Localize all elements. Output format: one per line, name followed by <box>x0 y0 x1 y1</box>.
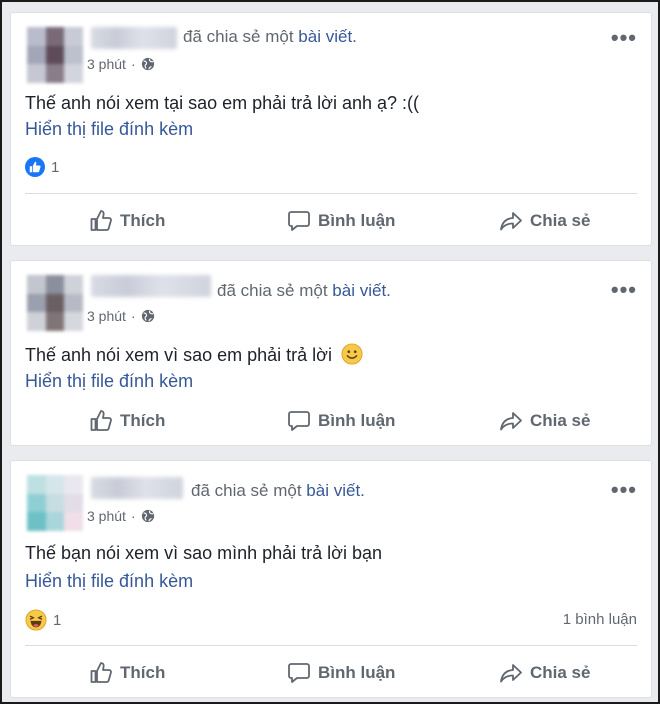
post-card: đã chia sẻ một bài viết. 3 phút · ••• Th… <box>10 12 652 246</box>
comment-icon <box>288 411 310 431</box>
globe-icon[interactable] <box>141 509 155 523</box>
header-action-text: đã chia sẻ một <box>191 481 302 500</box>
reactions-summary[interactable]: 1 <box>25 609 61 631</box>
reaction-count: 1 <box>51 158 60 176</box>
post-header: đã chia sẻ một bài viết. <box>183 27 357 47</box>
like-label: Thích <box>120 211 166 230</box>
post-link[interactable]: bài viết. <box>332 281 391 300</box>
share-label: Chia sẻ <box>530 663 591 682</box>
post-header: đã chia sẻ một bài viết. <box>217 281 391 301</box>
globe-icon[interactable] <box>141 57 155 71</box>
action-bar: Thích Bình luận Chia sẻ <box>25 203 637 239</box>
avatar[interactable] <box>27 275 83 331</box>
thumbs-up-icon <box>90 410 112 431</box>
share-label: Chia sẻ <box>530 411 591 430</box>
globe-icon[interactable] <box>141 309 155 323</box>
post-text: Thế bạn nói xem vì sao mình phải trả lời… <box>25 543 382 563</box>
avatar[interactable] <box>27 27 83 83</box>
attachment-link[interactable]: Hiển thị file đính kèm <box>25 571 193 592</box>
reaction-count: 1 <box>53 611 62 629</box>
comment-button[interactable]: Bình luận <box>287 203 395 239</box>
post-link[interactable]: bài viết. <box>298 27 357 46</box>
timestamp[interactable]: 3 phút <box>87 308 126 324</box>
share-icon <box>500 212 522 231</box>
share-button[interactable]: Chia sẻ <box>499 203 590 239</box>
more-options-icon[interactable]: ••• <box>611 279 637 301</box>
action-bar: Thích Bình luận Chia sẻ <box>25 655 637 691</box>
like-button[interactable]: Thích <box>89 655 165 691</box>
comment-icon <box>288 211 310 231</box>
like-button[interactable]: Thích <box>89 403 165 439</box>
share-icon <box>500 412 522 431</box>
divider <box>25 645 637 646</box>
more-options-icon[interactable]: ••• <box>611 27 637 49</box>
like-icon <box>25 157 45 177</box>
action-bar: Thích Bình luận Chia sẻ <box>25 403 637 439</box>
post-text: Thế anh nói xem vì sao em phải trả lời <box>25 343 363 366</box>
attachment-link[interactable]: Hiển thị file đính kèm <box>25 371 193 392</box>
post-card: đã chia sẻ một bài viết. 3 phút · ••• Th… <box>10 260 652 446</box>
comment-count[interactable]: 1 bình luận <box>563 611 637 628</box>
author-name[interactable] <box>91 27 177 49</box>
share-button[interactable]: Chia sẻ <box>499 403 590 439</box>
comment-button[interactable]: Bình luận <box>287 655 395 691</box>
timestamp[interactable]: 3 phút <box>87 56 126 72</box>
share-button[interactable]: Chia sẻ <box>499 655 590 691</box>
like-button[interactable]: Thích <box>89 203 165 239</box>
attachment-link[interactable]: Hiển thị file đính kèm <box>25 119 193 140</box>
like-label: Thích <box>120 411 166 430</box>
comment-label: Bình luận <box>318 411 396 430</box>
thumbs-up-icon <box>90 662 112 683</box>
post-text: Thế anh nói xem tại sao em phải trả lời … <box>25 93 420 113</box>
comment-label: Bình luận <box>318 663 396 682</box>
author-name[interactable] <box>91 477 183 499</box>
smile-emoji-icon <box>341 343 363 365</box>
haha-icon <box>25 609 47 631</box>
timestamp[interactable]: 3 phút <box>87 508 126 524</box>
post-text-content: Thế anh nói xem vì sao em phải trả lời <box>25 345 332 365</box>
author-name[interactable] <box>91 275 211 297</box>
divider <box>25 193 637 194</box>
avatar[interactable] <box>27 475 83 531</box>
comment-button[interactable]: Bình luận <box>287 403 395 439</box>
post-link[interactable]: bài viết. <box>306 481 365 500</box>
post-card: đã chia sẻ một bài viết. 3 phút · ••• Th… <box>10 460 652 698</box>
thumbs-up-icon <box>90 210 112 231</box>
post-meta: 3 phút · <box>87 56 155 72</box>
more-options-icon[interactable]: ••• <box>611 479 637 501</box>
share-icon <box>500 664 522 683</box>
share-label: Chia sẻ <box>530 211 591 230</box>
header-action-text: đã chia sẻ một <box>217 281 328 300</box>
reactions-summary[interactable]: 1 <box>25 157 59 177</box>
comment-icon <box>288 663 310 683</box>
post-header: đã chia sẻ một bài viết. <box>191 481 365 501</box>
feed: đã chia sẻ một bài viết. 3 phút · ••• Th… <box>0 0 660 704</box>
comment-label: Bình luận <box>318 211 396 230</box>
header-action-text: đã chia sẻ một <box>183 27 294 46</box>
post-meta: 3 phút · <box>87 508 155 524</box>
like-label: Thích <box>120 663 166 682</box>
post-meta: 3 phút · <box>87 308 155 324</box>
